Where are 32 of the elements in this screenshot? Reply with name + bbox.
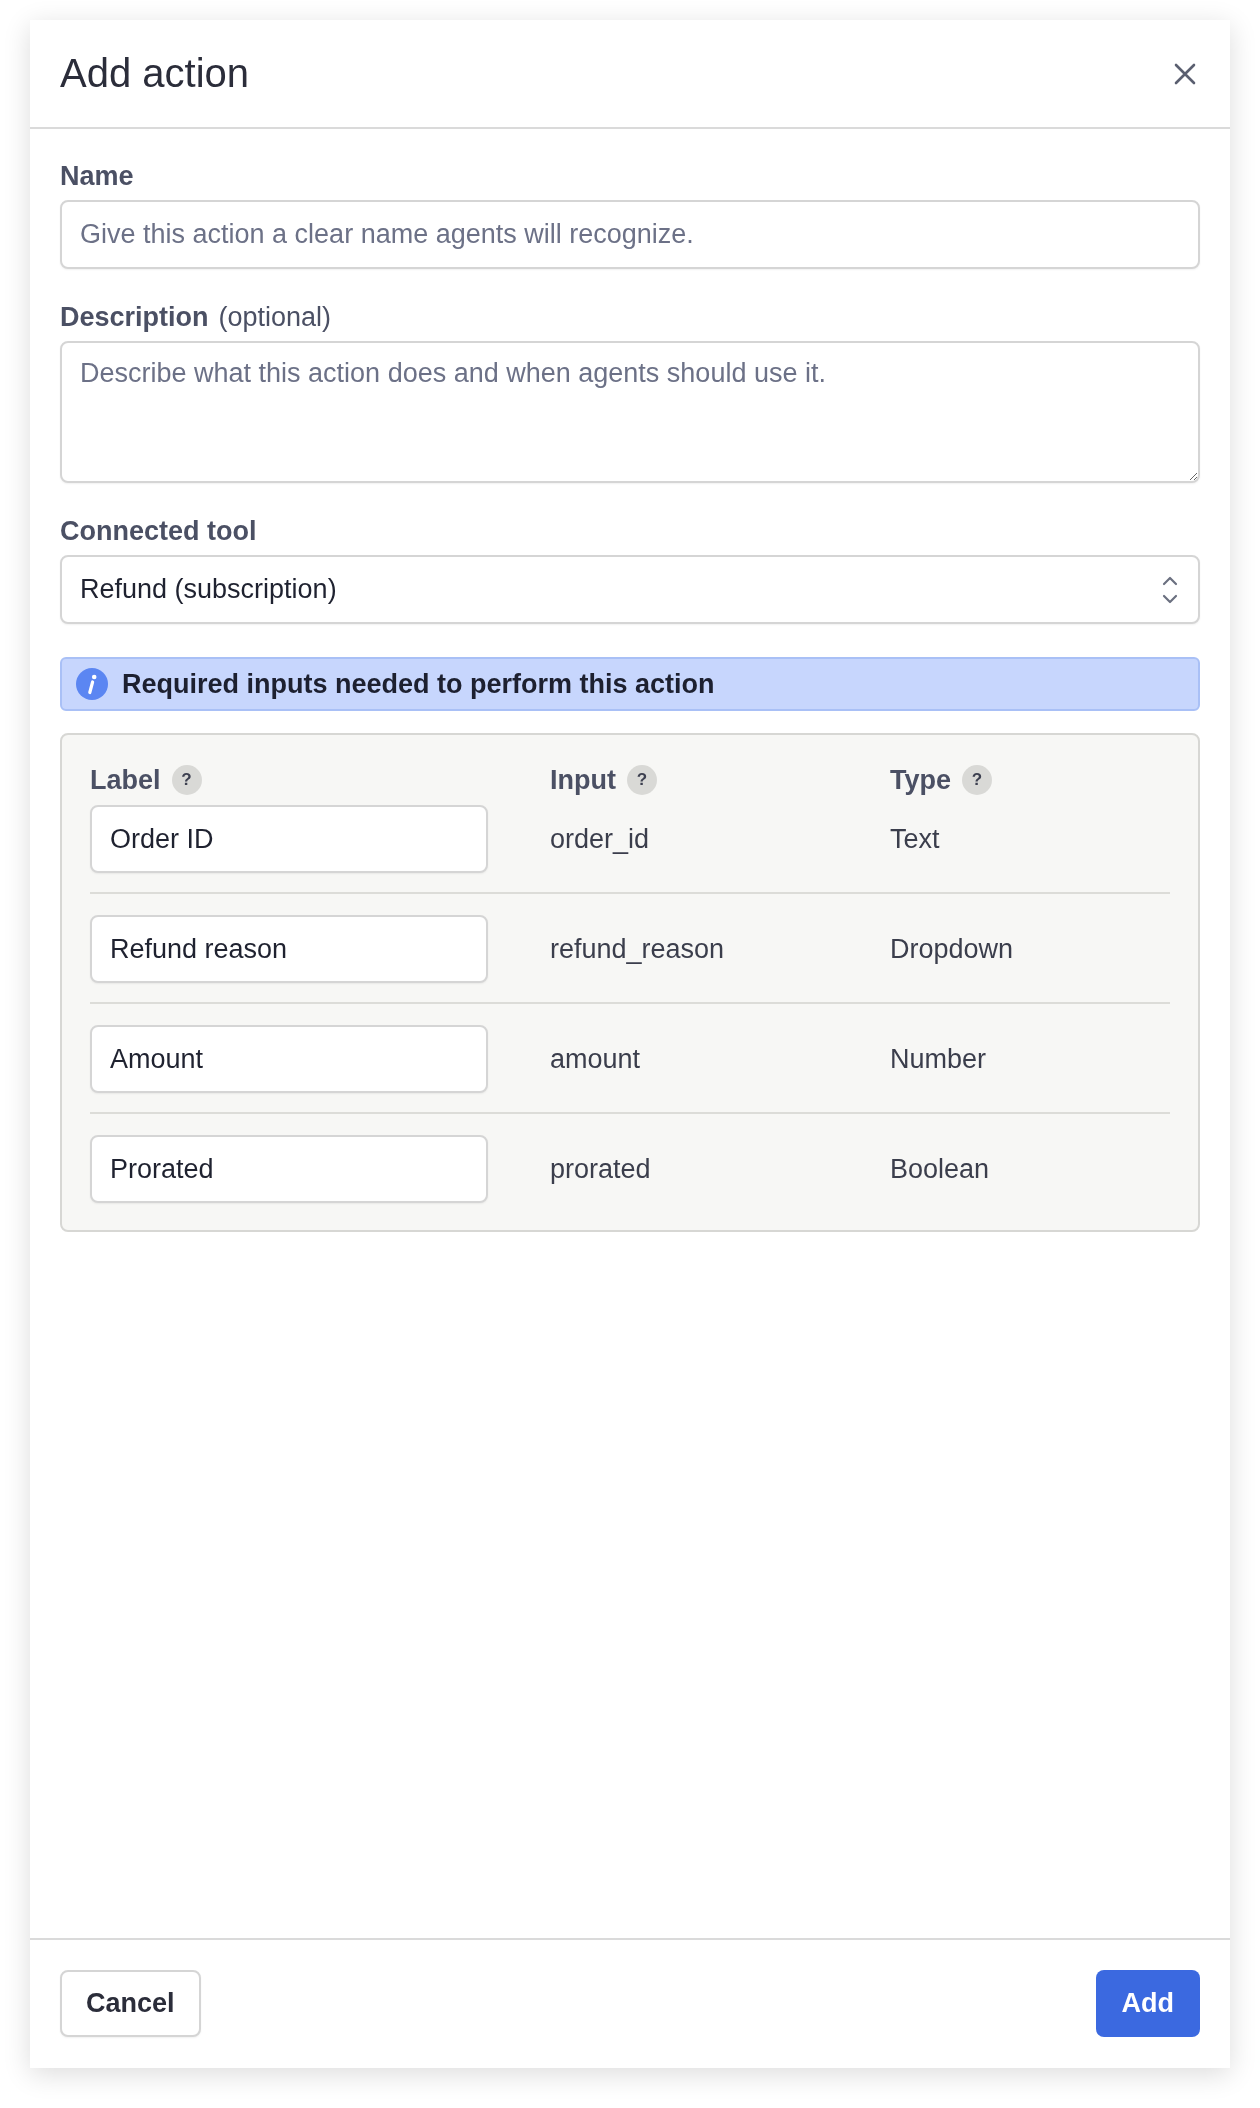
help-icon[interactable]: ? [171, 765, 202, 795]
field-label: Name [60, 161, 134, 191]
column-header: Label [90, 765, 161, 795]
info-icon [76, 668, 108, 700]
banner-text: Required inputs needed to perform this action [122, 668, 715, 700]
close-icon[interactable] [1174, 62, 1196, 85]
label-field[interactable]: Amount [90, 1025, 488, 1093]
column-header: Input [550, 765, 616, 795]
optional-note: (optional) [218, 302, 332, 332]
type-text: Boolean [890, 1153, 991, 1185]
textarea-field[interactable]: Describe what this action does and when agents should use it. [60, 341, 1200, 483]
field-label: Connected tool [60, 516, 257, 546]
dialog-title: Add action [60, 51, 250, 96]
type-text: Text [890, 823, 941, 855]
input-key-text: order_id [550, 823, 651, 855]
help-icon[interactable]: ? [627, 765, 657, 795]
type-text: Number [890, 1043, 988, 1075]
label-field[interactable]: Prorated [90, 1135, 488, 1203]
select-field[interactable]: Refund (subscription) [60, 555, 1200, 624]
input-key-text: prorated [550, 1153, 652, 1185]
up-down-chevron-icon [1162, 574, 1178, 605]
field-label: Description [60, 302, 209, 332]
column-header: Type [890, 765, 951, 795]
type-text: Dropdown [890, 933, 1015, 965]
label-field[interactable]: Order ID [90, 805, 488, 873]
secondary-button[interactable]: Cancel [60, 1970, 201, 2037]
input-key-text: amount [550, 1043, 642, 1075]
primary-button[interactable]: Add [1095, 1970, 1200, 2037]
help-icon[interactable]: ? [962, 765, 992, 795]
input-key-text: refund_reason [550, 933, 726, 965]
label-field[interactable]: Refund reason [90, 915, 488, 983]
text-field[interactable]: Give this action a clear name agents will recognize. [60, 200, 1200, 269]
